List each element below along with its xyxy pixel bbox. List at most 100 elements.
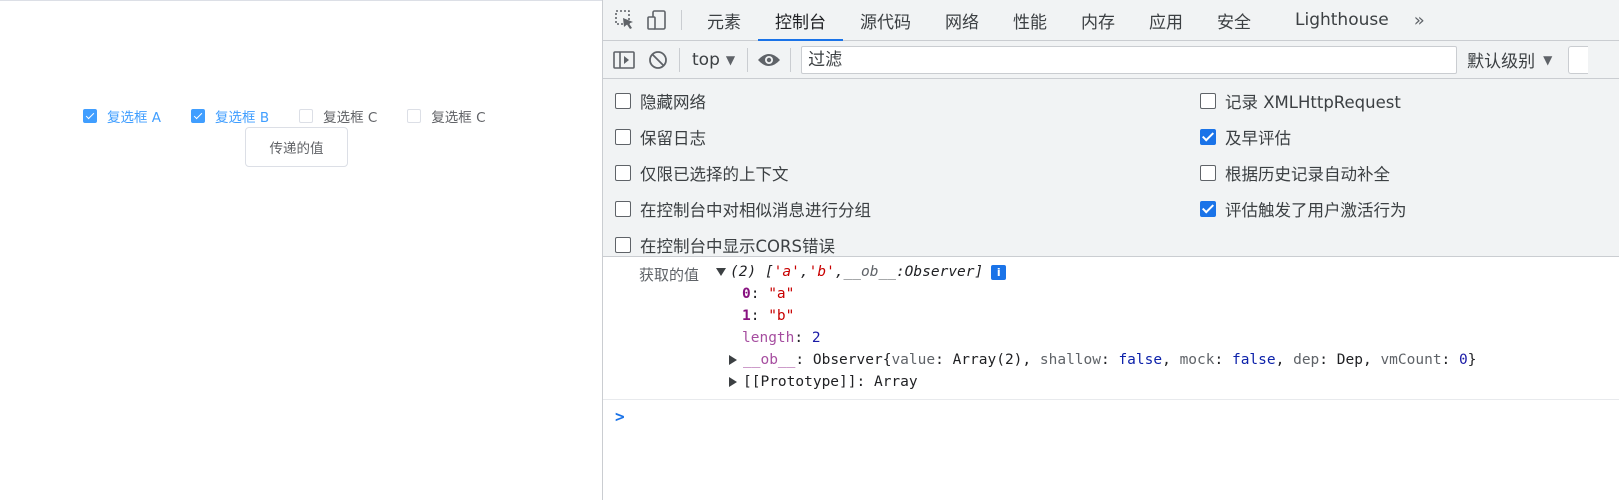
entry-key: 1 <box>742 308 751 324</box>
app-page: 复选框 A 复选框 B 复选框 C 复选框 C 传递的值 <box>0 0 602 500</box>
console-log-message: 获取的值 (2) ['a', 'b', __ob__: Observer] i … <box>603 257 1619 400</box>
ob-prop-key: vmCount <box>1380 352 1442 368</box>
ob-prop-key: shallow <box>1039 352 1101 368</box>
checkbox-a-label: 复选框 A <box>107 110 162 126</box>
ob-prop-key: dep <box>1293 352 1320 368</box>
log-prefix-text: 获取的值 <box>639 266 700 284</box>
sidebar-toggle-icon[interactable] <box>607 41 641 79</box>
setting-user-activation[interactable]: 评估触发了用户激活行为 <box>1200 197 1407 221</box>
checkbox-b-box[interactable] <box>191 109 206 123</box>
checkbox-c-box[interactable] <box>299 109 314 123</box>
prototype-row[interactable]: [[Prototype]]: Array <box>729 374 918 390</box>
tabbar-divider <box>681 10 682 30</box>
setting-autocomplete-history-checkbox[interactable] <box>1200 165 1216 181</box>
setting-group-similar[interactable]: 在控制台中对相似消息进行分组 <box>615 197 871 221</box>
entry-value: 2 <box>811 330 821 346</box>
summary-comma: , <box>799 264 809 280</box>
device-toolbar-icon[interactable] <box>641 0 673 40</box>
checkbox-b-label: 复选框 B <box>215 110 270 126</box>
entry-value: "a" <box>768 286 795 302</box>
checkbox-c-second-label: 复选框 C <box>431 110 486 126</box>
setting-show-cors-errors[interactable]: 在控制台中显示CORS错误 <box>615 233 835 257</box>
ob-property-row[interactable]: __ob__: Observer {value: Array(2), shall… <box>729 352 1476 368</box>
setting-group-similar-checkbox[interactable] <box>615 201 631 217</box>
tab-application[interactable]: 应用 <box>1132 0 1200 40</box>
setting-preserve-log[interactable]: 保留日志 <box>615 125 706 149</box>
bracket-open: [ <box>764 264 774 280</box>
entry-key: length <box>742 330 795 346</box>
console-filter-input[interactable] <box>801 45 1458 74</box>
toolbar-divider <box>790 47 792 72</box>
setting-preserve-log-label: 保留日志 <box>640 129 706 148</box>
setting-show-cors-checkbox[interactable] <box>615 237 631 253</box>
ob-prop-value: 0 <box>1459 352 1468 368</box>
setting-log-xhr[interactable]: 记录 XMLHttpRequest <box>1200 89 1401 113</box>
setting-selected-context-label: 仅限已选择的上下文 <box>640 165 789 184</box>
info-icon[interactable]: i <box>991 264 1007 280</box>
console-settings-pane: 隐藏网络 保留日志 仅限已选择的上下文 在控制台中对相似消息进行分组 在控制台中… <box>603 79 1619 257</box>
array-count: (2) <box>730 264 757 280</box>
checkbox-b[interactable]: 复选框 B <box>191 106 269 126</box>
console-output: 获取的值 (2) ['a', 'b', __ob__: Observer] i … <box>603 257 1619 499</box>
tab-lighthouse[interactable]: Lighthouse <box>1278 0 1406 40</box>
collapsed-triangle-icon[interactable] <box>729 355 737 365</box>
ob-prop-value: false <box>1231 352 1276 368</box>
ob-prop-value: Dep <box>1336 352 1363 368</box>
summary-colon: : <box>895 264 905 280</box>
collapsed-triangle-icon[interactable] <box>729 377 737 387</box>
checkbox-a[interactable]: 复选框 A <box>83 106 161 126</box>
ob-brace-open: { <box>882 352 892 368</box>
inspect-element-icon[interactable] <box>609 0 641 40</box>
tab-performance[interactable]: 性能 <box>996 0 1064 40</box>
array-summary[interactable]: (2) ['a', 'b', __ob__: Observer] i <box>716 264 1007 280</box>
chevron-down-icon: ▼ <box>1543 52 1553 67</box>
entry-value: "b" <box>768 308 795 324</box>
setting-hide-network[interactable]: 隐藏网络 <box>615 89 706 113</box>
tab-sources[interactable]: 源代码 <box>843 0 928 40</box>
summary-ob-key: __ob__ <box>843 264 896 280</box>
array-entry-length: length: 2 <box>742 330 821 346</box>
checkbox-c[interactable]: 复选框 C <box>299 106 377 126</box>
setting-show-cors-label: 在控制台中显示CORS错误 <box>640 237 835 256</box>
setting-user-activation-label: 评估触发了用户激活行为 <box>1225 201 1407 220</box>
setting-eager-evaluation[interactable]: 及早评估 <box>1200 125 1291 149</box>
tab-memory[interactable]: 内存 <box>1064 0 1132 40</box>
tab-elements[interactable]: 元素 <box>690 0 758 40</box>
context-select-value: top <box>692 49 720 70</box>
array-entry-1: 1: "b" <box>742 308 795 324</box>
checkbox-a-box[interactable] <box>83 109 97 123</box>
tab-security[interactable]: 安全 <box>1200 0 1268 40</box>
live-expression-eye-icon[interactable] <box>752 41 786 79</box>
issues-counter-button[interactable] <box>1568 45 1589 74</box>
more-tabs-icon[interactable]: » <box>1406 0 1433 40</box>
ob-prop-key: mock <box>1179 352 1215 368</box>
setting-log-xhr-checkbox[interactable] <box>1200 93 1216 109</box>
chevron-down-icon: ▼ <box>725 52 736 67</box>
prototype-key: [[Prototype]] <box>743 374 857 390</box>
setting-selected-context-checkbox[interactable] <box>615 165 631 181</box>
checkbox-c-label: 复选框 C <box>323 110 378 126</box>
summary-item-b: 'b' <box>808 264 835 280</box>
setting-user-activation-checkbox[interactable] <box>1200 201 1216 217</box>
pass-value-button[interactable]: 传递的值 <box>245 127 348 167</box>
setting-hide-network-checkbox[interactable] <box>615 93 631 109</box>
setting-autocomplete-history[interactable]: 根据历史记录自动补全 <box>1200 161 1390 185</box>
entry-key: 0 <box>742 286 751 302</box>
setting-preserve-log-checkbox[interactable] <box>615 129 631 145</box>
checkbox-c-second[interactable]: 复选框 C <box>407 106 486 126</box>
ob-prop-value: Array(2) <box>952 352 1023 368</box>
console-prompt[interactable]: > <box>615 407 625 426</box>
setting-eager-evaluation-checkbox[interactable] <box>1200 129 1216 145</box>
tab-network[interactable]: 网络 <box>928 0 996 40</box>
log-level-select[interactable]: 默认级别 ▼ <box>1467 47 1552 72</box>
ob-prop-key: value <box>891 352 936 368</box>
expanded-triangle-icon[interactable] <box>716 268 726 276</box>
checkbox-c-second-box[interactable] <box>407 109 422 123</box>
prototype-value: Array <box>873 374 918 390</box>
console-toolbar: top ▼ 默认级别 ▼ <box>603 41 1619 79</box>
tab-console[interactable]: 控制台 <box>758 0 843 41</box>
clear-console-icon[interactable] <box>641 41 675 79</box>
ob-type: Observer <box>812 352 883 368</box>
context-select[interactable]: top ▼ <box>684 50 743 70</box>
setting-selected-context-only[interactable]: 仅限已选择的上下文 <box>615 161 789 185</box>
